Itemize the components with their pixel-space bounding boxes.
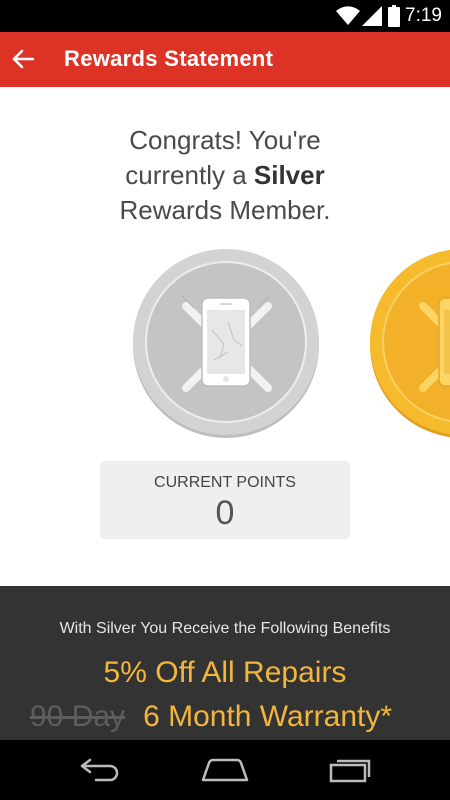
current-points-value: 0 — [215, 494, 235, 532]
wifi-icon — [336, 6, 360, 31]
system-nav-bar — [0, 740, 450, 800]
congrats-message: Congrats! You're currently a Silver Rewa… — [0, 123, 450, 228]
congrats-line-1: Congrats! You're — [129, 125, 321, 155]
tier-name: Silver — [253, 160, 325, 190]
benefit-item: 5% Off All Repairs — [103, 656, 347, 689]
home-icon[interactable] — [195, 752, 255, 788]
status-bar: 7:19 — [0, 0, 450, 32]
congrats-line-3: Rewards Member. — [119, 195, 331, 225]
benefits-panel: With Silver You Receive the Following Be… — [0, 586, 450, 740]
current-points-label: CURRENT POINTS — [154, 474, 296, 491]
old-warranty-text: 90 Day — [30, 700, 126, 733]
congrats-line-2-text: currently a — [125, 160, 254, 190]
back-icon[interactable] — [70, 752, 130, 788]
status-time: 7:19 — [405, 5, 442, 26]
warranty-text: 6 Month Warranty* — [143, 700, 393, 733]
signal-icon — [362, 6, 382, 31]
recent-apps-icon[interactable] — [320, 752, 380, 788]
page-title: Rewards Statement — [64, 46, 274, 71]
current-points-card: CURRENT POINTS 0 — [100, 461, 350, 539]
battery-icon — [388, 5, 400, 32]
gold-coin[interactable] — [367, 248, 450, 443]
benefit-item: 90 Day 6 Month Warranty* — [30, 700, 392, 734]
silver-coin[interactable] — [130, 248, 322, 443]
phone-icon — [201, 297, 251, 387]
congrats-line-2: currently a Silver — [0, 158, 450, 193]
benefits-heading: With Silver You Receive the Following Be… — [59, 620, 391, 637]
app-bar: Rewards Statement — [0, 32, 450, 87]
back-arrow-icon[interactable] — [6, 42, 40, 76]
